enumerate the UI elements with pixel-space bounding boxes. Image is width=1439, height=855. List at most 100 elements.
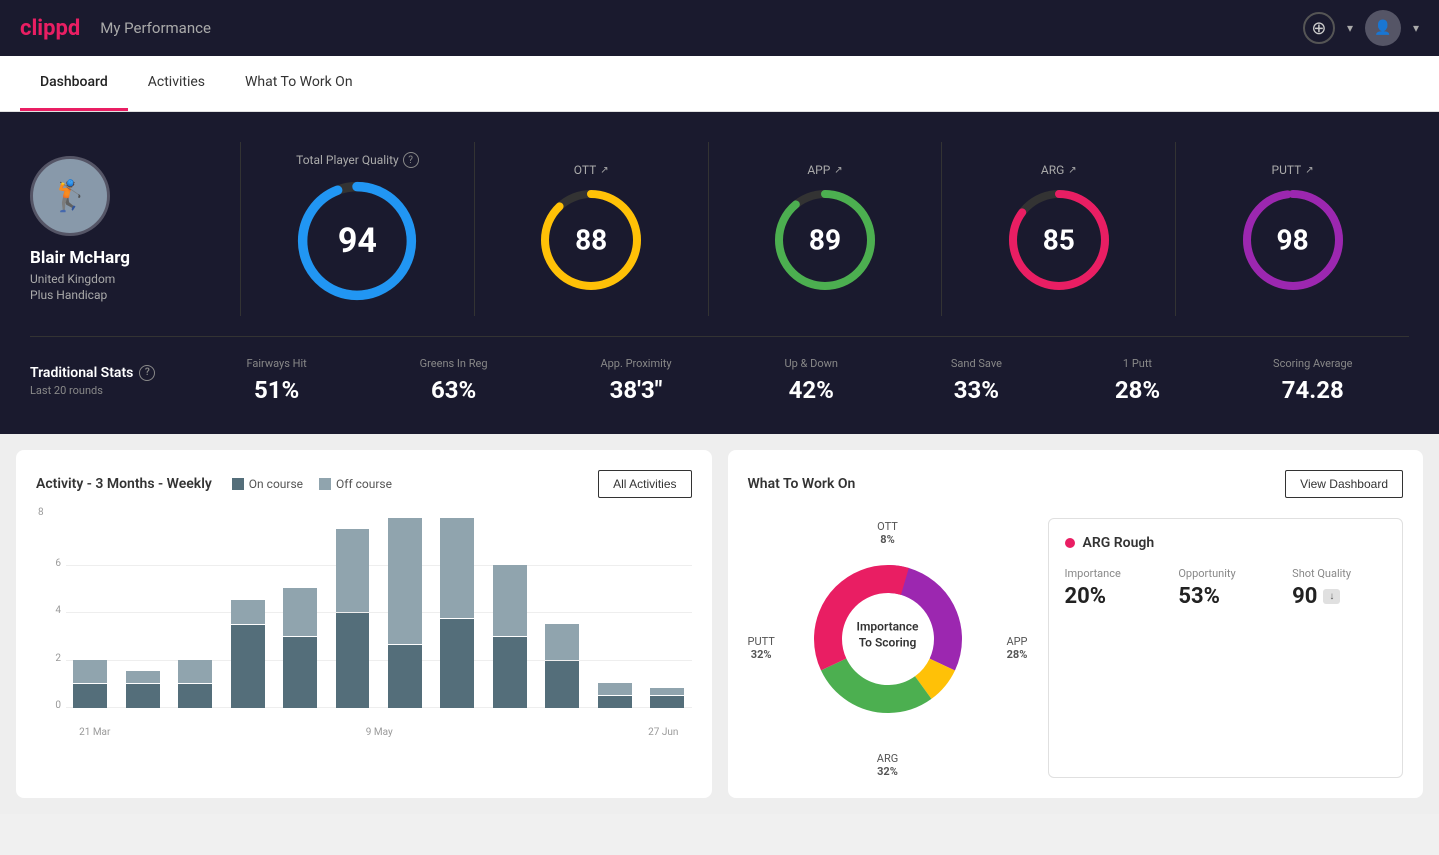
tab-activities[interactable]: Activities	[128, 56, 225, 111]
x-axis-labels: 21 Mar 9 May 27 Jun	[66, 727, 692, 738]
help-icon[interactable]: ?	[403, 152, 419, 168]
info-card: ARG Rough Importance 20% Opportunity 53%…	[1048, 518, 1404, 778]
bar-group	[66, 518, 114, 708]
score-app-circle: 89	[770, 185, 880, 295]
metric-shot-quality-value: 90 ↓	[1292, 584, 1386, 609]
x-label-may: 9 May	[366, 727, 393, 738]
stat-items: Fairways Hit 51% Greens In Reg 63% App. …	[190, 357, 1409, 404]
chart-header: Activity - 3 Months - Weekly On course O…	[36, 470, 692, 498]
all-activities-button[interactable]: All Activities	[598, 470, 691, 498]
bar-group	[591, 518, 639, 708]
bar-chart: 8 6 4 2 0 21 Mar 9 May 27 Jun	[36, 518, 692, 738]
bar-on-course	[336, 613, 370, 708]
bar-off-course	[598, 683, 632, 695]
profile-name: Blair McHarg	[30, 248, 130, 268]
profile-section: 🏌️ Blair McHarg United Kingdom Plus Hand…	[30, 142, 240, 316]
traditional-stats: Traditional Stats ? Last 20 rounds Fairw…	[30, 336, 1409, 404]
score-ott-circle: 88	[536, 185, 646, 295]
nav: Dashboard Activities What To Work On	[0, 56, 1439, 112]
trad-label-subtitle: Last 20 rounds	[30, 384, 190, 397]
tab-what-to-work-on[interactable]: What To Work On	[225, 56, 373, 111]
bar-group	[328, 518, 376, 708]
stat-up-down: Up & Down 42%	[785, 357, 838, 404]
wtwo-title: What To Work On	[748, 476, 856, 492]
bar-on-course	[493, 637, 527, 708]
bar-off-course	[73, 660, 107, 684]
chart-title: Activity - 3 Months - Weekly	[36, 476, 212, 492]
bottom-panels: Activity - 3 Months - Weekly On course O…	[0, 434, 1439, 814]
hero-section: 🏌️ Blair McHarg United Kingdom Plus Hand…	[0, 112, 1439, 434]
score-app: APP ↗ 89	[709, 142, 943, 316]
x-label-mar: 21 Mar	[79, 727, 110, 738]
score-arg: ARG ↗ 85	[942, 142, 1176, 316]
avatar-dropdown-arrow[interactable]: ▾	[1413, 21, 1419, 35]
bar-off-course	[388, 518, 422, 644]
score-ott: OTT ↗ 88	[475, 142, 709, 316]
bar-off-course	[178, 660, 212, 684]
stat-one-putt: 1 Putt 28%	[1115, 357, 1160, 404]
tab-dashboard[interactable]: Dashboard	[20, 56, 128, 111]
donut-label-app: APP28%	[1006, 635, 1027, 661]
bar-on-course	[650, 696, 684, 708]
what-to-work-on-panel: What To Work On View Dashboard Impo	[728, 450, 1424, 798]
score-total: Total Player Quality ? 94	[241, 142, 475, 316]
scores-section: Total Player Quality ? 94 OTT ↗	[240, 142, 1409, 316]
bar-group	[643, 518, 691, 708]
trad-label-title: Traditional Stats ?	[30, 365, 190, 381]
x-label-jun: 27 Jun	[648, 727, 678, 738]
hero-top: 🏌️ Blair McHarg United Kingdom Plus Hand…	[30, 142, 1409, 316]
score-putt-label: PUTT ↗	[1272, 163, 1314, 177]
chart-legend: On course Off course	[232, 477, 392, 491]
info-card-dot	[1065, 538, 1075, 548]
bar-off-course	[440, 518, 474, 618]
score-arg-value: 85	[1043, 224, 1075, 257]
donut-center-text: ImportanceTo Scoring	[857, 619, 919, 650]
logo: clippd	[20, 16, 80, 41]
metric-shot-quality: Shot Quality 90 ↓	[1292, 567, 1386, 609]
bar-off-course	[126, 671, 160, 683]
metric-importance-value: 20%	[1065, 584, 1159, 609]
bar-on-course	[440, 619, 474, 708]
bar-group	[118, 518, 166, 708]
trad-label: Traditional Stats ? Last 20 rounds	[30, 365, 190, 397]
header: clippd My Performance ⊕ ▾ 👤 ▾	[0, 0, 1439, 56]
bar-on-course	[283, 637, 317, 708]
metric-opportunity: Opportunity 53%	[1178, 567, 1272, 609]
legend-off-course-dot	[319, 478, 331, 490]
wtwo-header: What To Work On View Dashboard	[748, 470, 1404, 498]
header-title: My Performance	[100, 19, 211, 37]
bar-off-course	[650, 688, 684, 695]
bar-group	[223, 518, 271, 708]
profile-country: United Kingdom	[30, 272, 115, 286]
bar-group	[381, 518, 429, 708]
bar-group	[433, 518, 481, 708]
bar-group	[486, 518, 534, 708]
info-card-metrics: Importance 20% Opportunity 53% Shot Qual…	[1065, 567, 1387, 609]
view-dashboard-button[interactable]: View Dashboard	[1285, 470, 1403, 498]
score-putt-circle: 98	[1238, 185, 1348, 295]
score-app-label: APP ↗	[807, 163, 842, 177]
wtwo-content: ImportanceTo Scoring OTT8% APP28% ARG32%…	[748, 518, 1404, 778]
activity-chart-panel: Activity - 3 Months - Weekly On course O…	[16, 450, 712, 798]
avatar[interactable]: 👤	[1365, 10, 1401, 46]
bar-group	[538, 518, 586, 708]
trad-help-icon[interactable]: ?	[139, 365, 155, 381]
donut-label-ott: OTT8%	[877, 520, 898, 546]
legend-off-course: Off course	[319, 477, 392, 491]
bars-container	[66, 518, 692, 708]
bar-on-course	[598, 696, 632, 708]
donut-label-arg: ARG32%	[877, 752, 898, 778]
bar-on-course	[126, 684, 160, 708]
bar-on-course	[231, 625, 265, 708]
bar-off-course	[545, 624, 579, 660]
add-dropdown-arrow[interactable]: ▾	[1347, 21, 1353, 35]
score-ott-value: 88	[575, 224, 607, 257]
add-button[interactable]: ⊕	[1303, 12, 1335, 44]
profile-handicap: Plus Handicap	[30, 288, 107, 302]
metric-badge: ↓	[1323, 589, 1340, 604]
bar-off-course	[336, 529, 370, 612]
score-app-value: 89	[809, 224, 841, 257]
score-total-label: Total Player Quality ?	[296, 152, 419, 168]
legend-on-course-dot	[232, 478, 244, 490]
donut-chart: ImportanceTo Scoring OTT8% APP28% ARG32%…	[748, 518, 1028, 778]
